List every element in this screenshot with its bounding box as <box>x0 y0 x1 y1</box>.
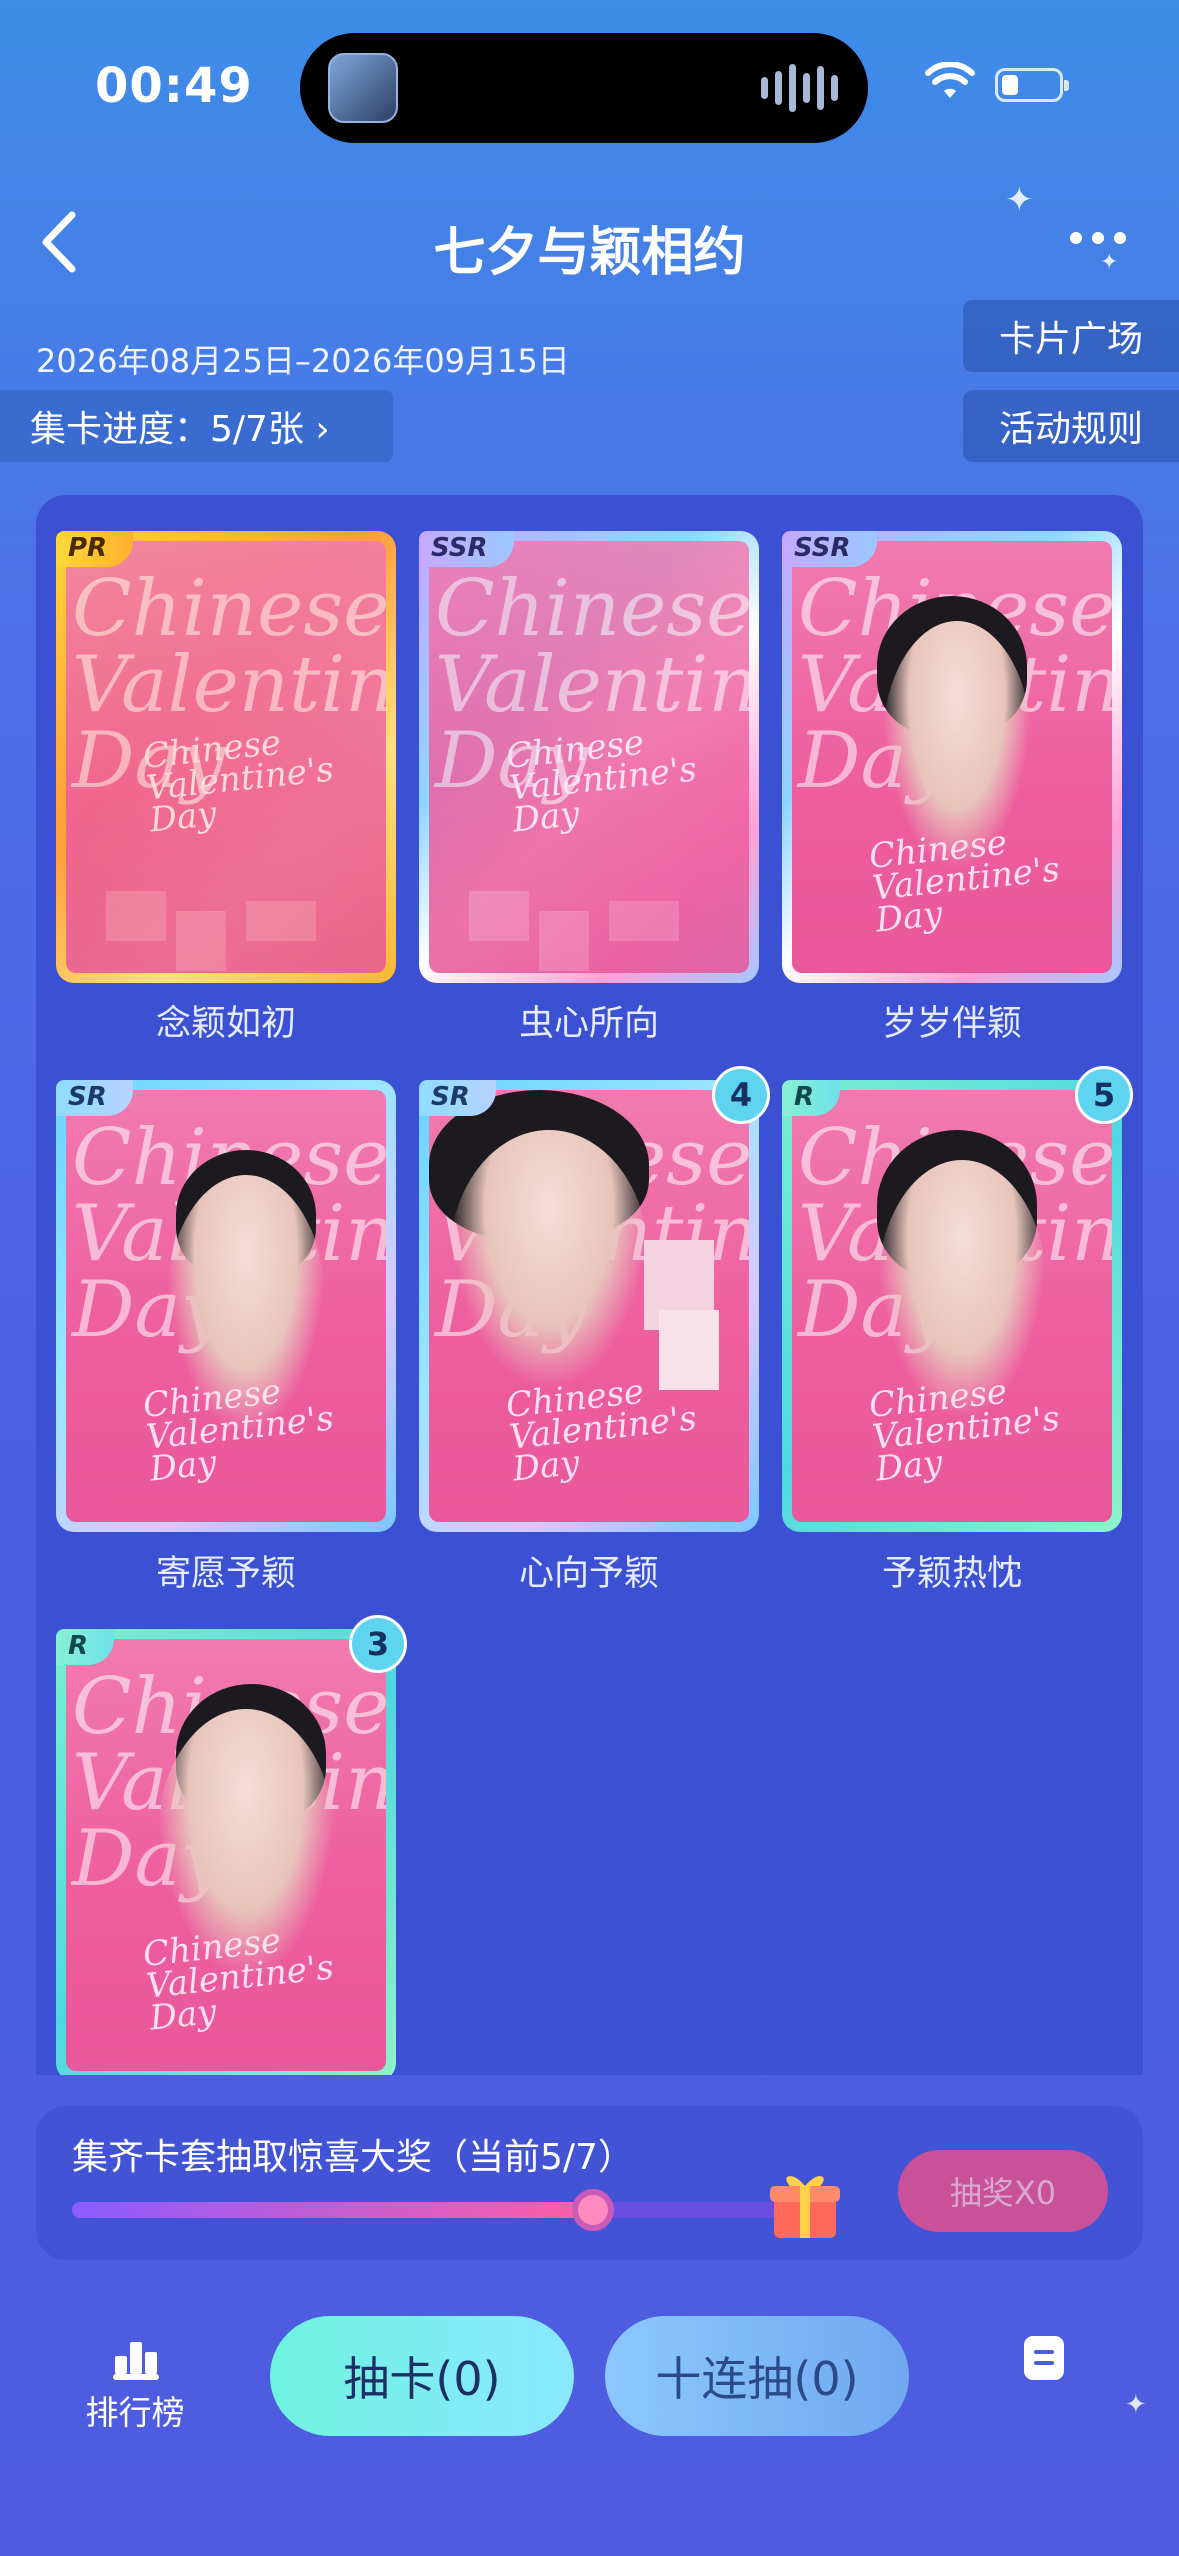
wifi-icon <box>925 62 975 98</box>
page-title: 七夕与颖相约 <box>433 223 746 283</box>
draw-card-button[interactable]: 抽卡(0) <box>270 2316 574 2436</box>
card-grid-panel: Chinese Valentine Day Chinese Valentine'… <box>36 495 1143 2075</box>
collection-progress-link[interactable]: 集卡进度：5/7张 › <box>0 390 393 462</box>
lottery-progress-bar <box>72 2189 802 2231</box>
card-plaza-button[interactable]: 卡片广场 <box>963 300 1179 372</box>
rarity-badge: SSR <box>782 531 877 567</box>
card-art-script-small: Chinese Valentine's Day <box>504 722 699 841</box>
more-options-icon[interactable] <box>1070 232 1126 244</box>
event-date-range: 2026年08月25日–2026年09月15日 <box>36 342 570 380</box>
portrait-image <box>449 1130 649 1390</box>
card-name: 寄愿予颖 <box>155 1554 296 1594</box>
dynamic-island <box>300 33 868 143</box>
status-bar: 00:49 <box>0 0 1179 150</box>
card-count-badge: 4 <box>712 1066 770 1124</box>
now-playing-avatar <box>328 53 398 123</box>
rarity-badge: PR <box>56 531 134 567</box>
rarity-badge: SR <box>419 1080 496 1116</box>
leaderboard-label[interactable]: 排行榜 <box>70 2386 200 2434</box>
rules-button[interactable]: 活动规则 <box>963 390 1179 462</box>
ten-draw-button[interactable]: 十连抽(0) <box>605 2316 909 2436</box>
card-art-script-small: Chinese Valentine's Day <box>867 822 1062 941</box>
card-art-script-small: Chinese Valentine's Day <box>504 1371 699 1490</box>
card-art-script-small: Chinese Valentine's Day <box>141 1920 336 2039</box>
draw-prize-button[interactable]: 抽奖X0 <box>898 2150 1108 2232</box>
record-icon[interactable] <box>1024 2336 1064 2380</box>
card-name: 岁岁伴颖 <box>881 1004 1022 1044</box>
card-item[interactable]: Chinese Valentine Day Chinese Valentine'… <box>56 531 396 983</box>
lottery-progress-box: 集齐卡套抽取惊喜大奖（当前5/7） 抽奖X0 <box>36 2106 1143 2260</box>
sparkle-icon: ✦ <box>1125 2390 1147 2420</box>
card-art-script-small: Chinese Valentine's Day <box>141 722 336 841</box>
card-count-badge: 5 <box>1075 1066 1133 1124</box>
audio-waveform-icon <box>761 63 838 113</box>
battery-icon <box>995 68 1069 102</box>
gift-icon <box>770 2176 840 2238</box>
card-art-script-small: Chinese Valentine's Day <box>141 1371 336 1490</box>
card-item[interactable]: Chinese Valentine Day Chinese Valentine'… <box>56 1080 396 1532</box>
card-name: 予颖热忱 <box>881 1554 1022 1594</box>
rarity-badge: SSR <box>419 531 514 567</box>
card-item[interactable]: Chinese Valentine Day Chinese Valentine'… <box>419 1080 759 1532</box>
card-item[interactable]: Chinese Valentine Day Chinese Valentine'… <box>56 1629 396 2075</box>
rarity-badge: SR <box>56 1080 133 1116</box>
card-item[interactable]: Chinese Valentine Day Chinese Valentine'… <box>782 1080 1122 1532</box>
card-name: 心向予颖 <box>518 1554 659 1594</box>
status-time: 00:49 <box>95 58 253 114</box>
lottery-progress-text: 集齐卡套抽取惊喜大奖（当前5/7） <box>72 2137 634 2178</box>
card-count-badge: 3 <box>349 1615 407 1673</box>
card-item[interactable]: Chinese Valentine Day Chinese Valentine'… <box>782 531 1122 983</box>
leaderboard-icon[interactable] <box>113 2338 159 2380</box>
card-art-script-small: Chinese Valentine's Day <box>867 1371 1062 1490</box>
progress-knob <box>572 2189 615 2231</box>
card-name: 虫心所向 <box>518 1004 659 1044</box>
card-name: 念颖如初 <box>155 1004 296 1044</box>
card-item[interactable]: Chinese Valentine Day Chinese Valentine'… <box>419 531 759 983</box>
